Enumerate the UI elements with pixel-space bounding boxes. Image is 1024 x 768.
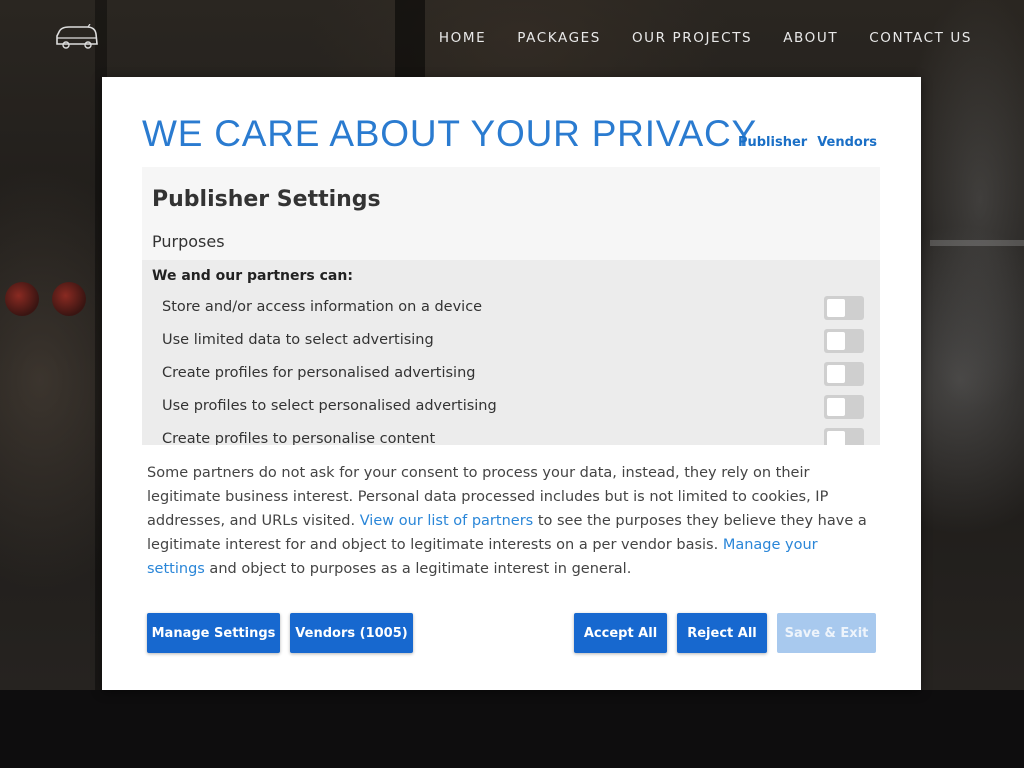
publisher-link[interactable]: Publisher [738,135,807,150]
partners-can-label: We and our partners can: [152,268,353,284]
modal-top-links: Publisher Vendors [738,135,877,150]
settings-heading: Publisher Settings [152,187,381,212]
purpose-row: Use profiles to select personalised adve… [162,395,864,421]
toggle-knob [827,332,845,350]
purpose-toggle[interactable] [824,362,864,386]
purpose-row: Store and/or access information on a dev… [162,296,864,322]
purpose-row: Create profiles for personalised adverti… [162,362,864,388]
purpose-label: Use profiles to select personalised adve… [162,398,497,414]
toggle-knob [827,299,845,317]
nav-contact-us[interactable]: CONTACT US [869,30,972,46]
legit-text-part: and object to purposes as a legitimate i… [204,561,632,577]
toggle-knob [827,398,845,416]
nav-our-projects[interactable]: OUR PROJECTS [632,30,752,46]
van-logo-icon[interactable] [55,23,99,52]
vendors-button[interactable]: Vendors (1005) [290,613,413,653]
reject-all-button[interactable]: Reject All [677,613,767,653]
publisher-settings-panel[interactable]: Publisher Settings Purposes We and our p… [142,167,880,445]
manage-settings-button[interactable]: Manage Settings [147,613,280,653]
nav-packages[interactable]: PACKAGES [517,30,601,46]
save-exit-button[interactable]: Save & Exit [777,613,876,653]
accept-all-button[interactable]: Accept All [574,613,667,653]
purpose-row: Use limited data to select advertising [162,329,864,355]
page-footer-area [0,690,1024,768]
privacy-consent-modal: WE CARE ABOUT YOUR PRIVACY Publisher Ven… [102,77,921,690]
legitimate-interest-text: Some partners do not ask for your consen… [147,461,877,581]
nav-about[interactable]: ABOUT [783,30,838,46]
purpose-toggle[interactable] [824,296,864,320]
nav-home[interactable]: HOME [439,30,486,46]
purpose-row: Create profiles to personalise content [162,428,864,445]
purpose-label: Store and/or access information on a dev… [162,299,483,315]
view-partners-link[interactable]: View our list of partners [360,513,534,529]
purpose-toggle[interactable] [824,395,864,419]
purpose-label: Create profiles to personalise content [162,431,436,445]
main-nav: HOME PACKAGES OUR PROJECTS ABOUT CONTACT… [439,30,972,46]
purposes-list: We and our partners can: Store and/or ac… [142,260,880,445]
purpose-toggle[interactable] [824,329,864,353]
purpose-label: Use limited data to select advertising [162,332,434,348]
toggle-knob [827,431,845,445]
purpose-toggle[interactable] [824,428,864,445]
vendors-link[interactable]: Vendors [817,135,877,150]
purpose-label: Create profiles for personalised adverti… [162,365,476,381]
modal-title: WE CARE ABOUT YOUR PRIVACY [142,113,757,154]
toggle-knob [827,365,845,383]
purposes-heading: Purposes [152,232,225,251]
